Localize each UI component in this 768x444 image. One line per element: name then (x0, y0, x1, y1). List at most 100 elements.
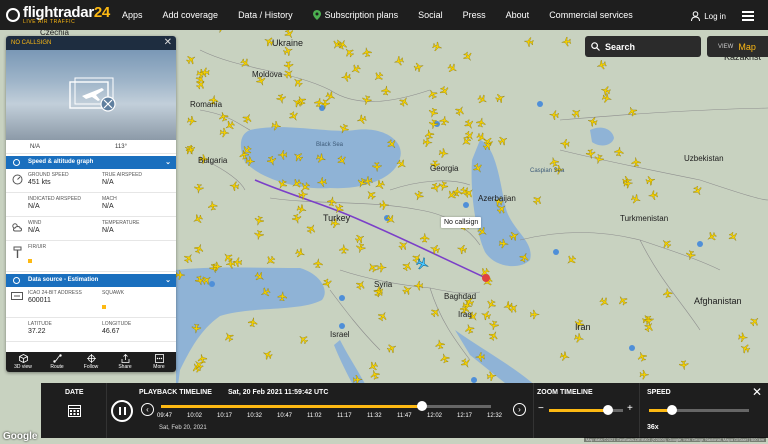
brand-logo[interactable]: flightradar24 LIVE AIR TRAFFIC (6, 5, 116, 25)
nav-subscription-plans[interactable]: Subscription plans (312, 10, 399, 20)
top-navigation-bar: flightradar24 LIVE AIR TRAFFIC Apps Add … (0, 0, 768, 30)
speed-slider[interactable] (649, 405, 749, 415)
nav-commercial-services[interactable]: Commercial services (549, 10, 633, 20)
zoom-title: ZOOM TIMELINE (537, 389, 593, 396)
summary-row: N/A 113° (6, 140, 176, 154)
zoom-out-button[interactable]: − (538, 403, 544, 414)
country-label: Afghanistan (694, 296, 742, 306)
playback-datetime: Sat, 20 Feb 2021 11:59:42 UTC (228, 389, 329, 396)
transponder-icon (11, 292, 23, 300)
longitude-label: LONGITUDE (102, 321, 132, 327)
aircraft-photo-placeholder (6, 50, 176, 140)
speed-value: 36x (647, 424, 659, 431)
search-icon (591, 42, 600, 51)
close-icon[interactable]: ✕ (164, 36, 172, 50)
timeline-tick-label: 10:47 (277, 413, 293, 419)
country-label: Iraq (458, 310, 472, 319)
country-label: Romania (190, 100, 223, 109)
nav-press[interactable]: Press (463, 10, 486, 20)
step-back-button[interactable]: ‹ (141, 403, 154, 416)
route-button[interactable]: Route (40, 352, 74, 372)
sea-label: Black Sea (316, 142, 344, 148)
mach-value: N/A (102, 203, 114, 210)
nav-social[interactable]: Social (418, 10, 443, 20)
longitude-value: 46.67 (102, 328, 120, 335)
nav-data-history[interactable]: Data / History (238, 10, 293, 20)
timeline-day: Sat, Feb 20, 2021 (159, 425, 207, 431)
timeline-tick-label: 09:47 (157, 413, 173, 419)
timeline-tick-label: 12:02 (427, 413, 443, 419)
airspeed-row: INDICATED AIRSPEED N/A MACH N/A (6, 193, 176, 217)
speed-handle[interactable] (667, 405, 677, 415)
speed-row: GROUND SPEED 451 kts TRUE AIRSPEED N/A (6, 169, 176, 193)
section-title: Speed & altitude graph (28, 159, 94, 165)
cloud-sun-icon (12, 223, 22, 232)
3d-view-button[interactable]: 3D view (6, 352, 40, 372)
pause-button[interactable] (111, 400, 133, 422)
icao-row: ICAO 24-BIT ADDRESS 600011 SQUAWK (6, 287, 176, 318)
playback-bar: DATE PLAYBACK TIMELINE Sat, 20 Feb 2021 … (41, 383, 768, 438)
follow-button[interactable]: Follow (74, 352, 108, 372)
country-label: Syria (374, 280, 393, 289)
view-value: Map (738, 41, 756, 52)
country-label: Azerbaijan (478, 194, 516, 203)
timeline-tick-label: 12:32 (487, 413, 503, 419)
graph-icon (13, 159, 20, 166)
nav-about[interactable]: About (506, 10, 530, 20)
search-button[interactable]: Search (585, 36, 701, 57)
nav-apps[interactable]: Apps (122, 10, 143, 20)
position-row: LATITUDE 37.22 LONGITUDE 46.67 (6, 318, 176, 342)
timeline-handle[interactable] (416, 401, 427, 411)
login-button[interactable]: Log in (691, 9, 754, 23)
summary-value: 113° (115, 143, 127, 150)
more-button[interactable]: More (142, 352, 176, 372)
data-source-toggle[interactable]: Data source - Estimation ⌄ (6, 274, 176, 287)
date-picker[interactable]: DATE (41, 383, 107, 438)
no-photo-icon (69, 77, 116, 112)
nav-add-coverage[interactable]: Add coverage (163, 10, 219, 20)
summary-value: N/A (30, 143, 41, 150)
timeline-slider[interactable] (161, 401, 491, 411)
antenna-icon (13, 277, 20, 284)
more-icon (154, 354, 164, 363)
country-label: Ukraine (272, 38, 304, 48)
tower-icon (13, 246, 21, 258)
country-label: Uzbekistan (684, 154, 724, 163)
aircraft-info-panel: NO CALLSIGN ✕ N/A 113° Speed & altitude … (6, 36, 176, 372)
speed-title: SPEED (647, 389, 671, 396)
login-label: Log in (704, 11, 726, 21)
ground-speed-label: GROUND SPEED (28, 172, 69, 178)
chevron-down-icon: ⌄ (165, 277, 171, 284)
zoom-handle[interactable] (603, 405, 614, 415)
country-label: Turkmenistan (620, 214, 669, 223)
speed-altitude-graph-toggle[interactable]: Speed & altitude graph ⌄ (6, 156, 176, 169)
timeline-progress (161, 405, 422, 408)
chevron-down-icon: ⌄ (165, 159, 171, 166)
country-label: Georgia (430, 164, 459, 173)
icao-label: ICAO 24-BIT ADDRESS (28, 290, 82, 296)
playback-title: PLAYBACK TIMELINE (139, 389, 212, 396)
country-label: Moldova (252, 70, 283, 79)
close-playback-icon[interactable]: ✕ (752, 385, 762, 399)
temperature-label: TEMPERATURE (102, 220, 140, 226)
aircraft-callsign-tooltip[interactable]: No callsign (441, 217, 482, 228)
route-icon (52, 354, 62, 363)
cube-icon (18, 354, 28, 363)
calendar-icon (68, 405, 81, 417)
zoom-timeline: ZOOM TIMELINE − + (535, 383, 640, 438)
nav-subscription-label: Subscription plans (324, 10, 399, 20)
country-label: Turkey (323, 213, 351, 223)
zoom-in-button[interactable]: + (627, 403, 633, 414)
map-attribution[interactable]: Map data ©2021 GeoBasis-DE/BKG (©2009), … (583, 437, 766, 442)
country-label: Iran (575, 322, 591, 332)
fir-row: FIR/UIR (6, 241, 176, 272)
user-icon (691, 11, 701, 21)
hamburger-menu-icon[interactable] (742, 9, 754, 23)
timeline-tick-label: 12:17 (457, 413, 473, 419)
true-airspeed-label: TRUE AIRSPEED (102, 172, 143, 178)
timeline-tick-label: 10:32 (247, 413, 263, 419)
share-icon (121, 354, 129, 363)
view-toggle[interactable]: VIEW Map (707, 36, 768, 57)
share-button[interactable]: Share (108, 352, 142, 372)
zoom-slider[interactable] (549, 405, 623, 415)
